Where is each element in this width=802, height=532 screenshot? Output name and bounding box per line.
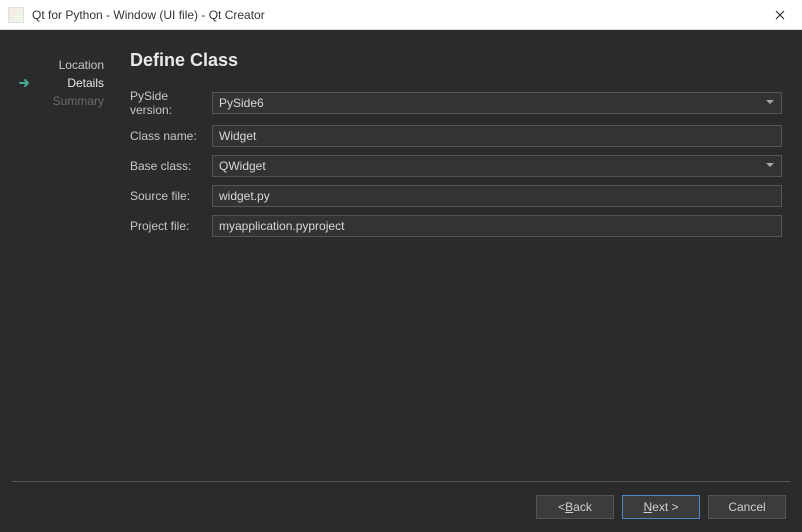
- row-pyside: PySide version: PySide6: [130, 89, 782, 117]
- content-area: Define Class PySide version: PySide6 Cla…: [110, 50, 782, 481]
- titlebar: Qt for Python - Window (UI file) - Qt Cr…: [0, 0, 802, 30]
- step-summary: Summary: [20, 92, 110, 110]
- row-project-file: Project file:: [130, 215, 782, 237]
- label-pyside: PySide version:: [130, 89, 212, 117]
- pyside-version-select[interactable]: PySide6: [212, 92, 782, 114]
- step-label: Details: [67, 76, 104, 90]
- wizard-steps: Location Details Summary: [20, 50, 110, 481]
- cancel-button[interactable]: Cancel: [708, 495, 786, 519]
- step-location[interactable]: Location: [20, 56, 110, 74]
- window-title: Qt for Python - Window (UI file) - Qt Cr…: [32, 8, 265, 22]
- arrow-right-icon: [18, 76, 32, 90]
- back-button[interactable]: < Back: [536, 495, 614, 519]
- step-label: Location: [59, 58, 104, 72]
- label-source-file: Source file:: [130, 189, 212, 203]
- label-project-file: Project file:: [130, 219, 212, 233]
- page-title: Define Class: [130, 50, 782, 71]
- project-file-input[interactable]: [212, 215, 782, 237]
- chevron-down-icon: [765, 159, 775, 173]
- row-base-class: Base class: QWidget: [130, 155, 782, 177]
- main-area: Location Details Summary Define Class Py…: [0, 30, 802, 481]
- close-icon: [775, 10, 785, 20]
- row-class-name: Class name:: [130, 125, 782, 147]
- select-value: PySide6: [219, 96, 264, 110]
- chevron-down-icon: [765, 96, 775, 110]
- app-icon: [8, 7, 24, 23]
- select-value: QWidget: [219, 159, 266, 173]
- step-details[interactable]: Details: [20, 74, 110, 92]
- button-bar: < Back Next > Cancel: [0, 482, 802, 532]
- class-name-input[interactable]: [212, 125, 782, 147]
- source-file-input[interactable]: [212, 185, 782, 207]
- label-class-name: Class name:: [130, 129, 212, 143]
- label-base-class: Base class:: [130, 159, 212, 173]
- close-button[interactable]: [757, 0, 802, 30]
- base-class-select[interactable]: QWidget: [212, 155, 782, 177]
- client-area: Location Details Summary Define Class Py…: [0, 30, 802, 532]
- step-label: Summary: [53, 94, 104, 108]
- next-button[interactable]: Next >: [622, 495, 700, 519]
- row-source-file: Source file:: [130, 185, 782, 207]
